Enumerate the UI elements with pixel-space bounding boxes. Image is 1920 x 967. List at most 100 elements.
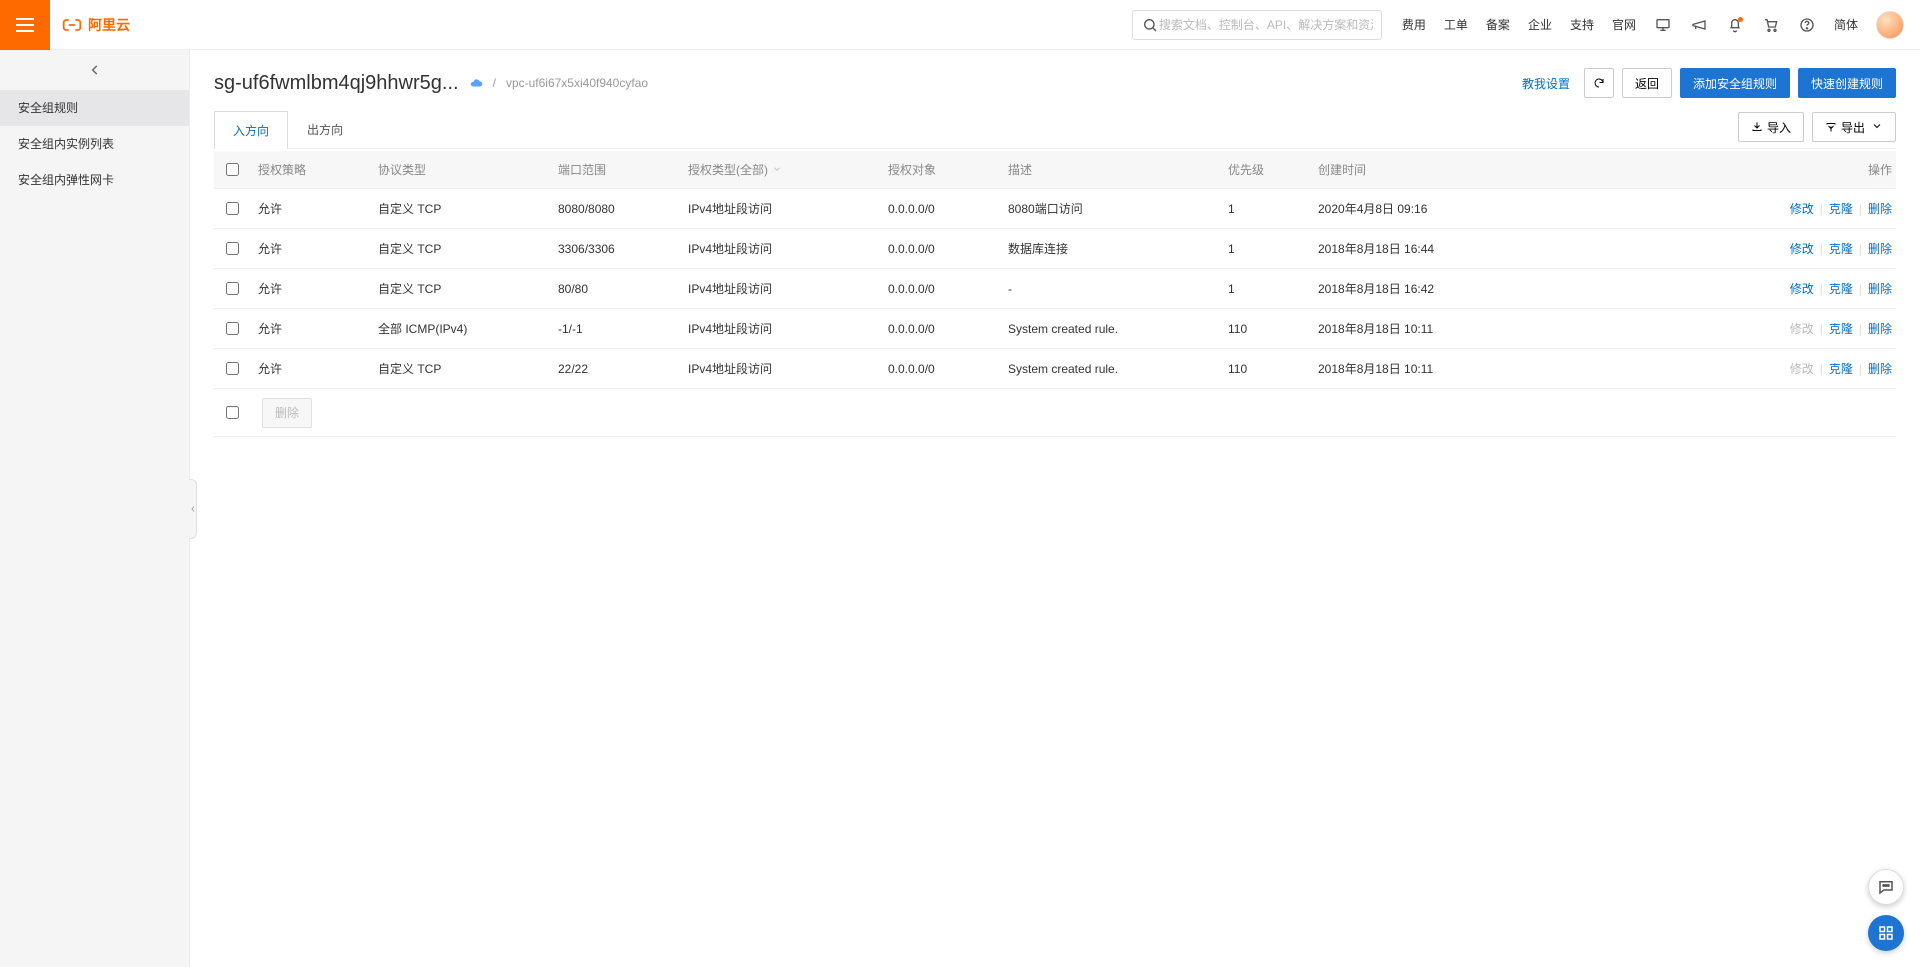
cell-ops: 修改|克隆|删除: [1510, 360, 1896, 377]
cell-protocol: 自定义 TCP: [370, 280, 550, 297]
row-checkbox[interactable]: [226, 202, 239, 215]
cell-priority: 110: [1220, 322, 1310, 336]
export-button[interactable]: 导出: [1812, 112, 1896, 142]
cell-policy: 允许: [250, 320, 370, 337]
cell-protocol: 自定义 TCP: [370, 200, 550, 217]
top-nav-links: 费用 工单 备案 企业 支持 官网 简体: [1402, 11, 1904, 39]
apps-icon: [1877, 924, 1895, 942]
delete-link[interactable]: 删除: [1868, 200, 1892, 217]
news-icon[interactable]: [1690, 16, 1708, 34]
import-button[interactable]: 导入: [1738, 112, 1804, 142]
topbar: 阿里云 费用 工单 备案 企业 支持 官网 简体: [0, 0, 1920, 50]
cell-priority: 1: [1220, 202, 1310, 216]
row-checkbox[interactable]: [226, 362, 239, 375]
hamburger-icon: [16, 18, 34, 32]
clone-link[interactable]: 克隆: [1829, 200, 1853, 217]
cell-ops: 修改|克隆|删除: [1510, 280, 1896, 297]
bell-icon[interactable]: [1726, 16, 1744, 34]
search-input[interactable]: [1159, 18, 1373, 32]
cell-protocol: 自定义 TCP: [370, 360, 550, 377]
sidebar: 安全组规则 安全组内实例列表 安全组内弹性网卡: [0, 50, 190, 967]
nav-ticket[interactable]: 工单: [1444, 16, 1468, 33]
breadcrumb: / vpc-uf6i67x5xi40f940cyfao: [493, 76, 648, 90]
row-checkbox[interactable]: [226, 282, 239, 295]
avatar[interactable]: [1876, 11, 1904, 39]
cell-desc: 8080端口访问: [1000, 200, 1220, 217]
cell-authtype: IPv4地址段访问: [680, 360, 880, 377]
cell-policy: 允许: [250, 280, 370, 297]
sidebar-item-rules[interactable]: 安全组规则: [0, 90, 189, 126]
help-icon[interactable]: [1798, 16, 1816, 34]
th-ctime: 创建时间: [1310, 161, 1510, 178]
rules-table: 授权策略 协议类型 端口范围 授权类型(全部) 授权对象 描述 优先级 创建时间…: [214, 151, 1896, 437]
tab-row: 入方向 出方向 导入 导出: [214, 110, 1896, 149]
breadcrumb-vpc[interactable]: vpc-uf6i67x5xi40f940cyfao: [506, 76, 648, 90]
download-icon: [1751, 121, 1763, 133]
float-apps-button[interactable]: [1868, 915, 1904, 951]
sidebar-item-eni[interactable]: 安全组内弹性网卡: [0, 162, 189, 198]
edit-link[interactable]: 修改: [1790, 200, 1814, 217]
tab-ingress[interactable]: 入方向: [214, 111, 288, 149]
cell-policy: 允许: [250, 200, 370, 217]
nav-site[interactable]: 官网: [1612, 16, 1636, 33]
th-port: 端口范围: [550, 161, 680, 178]
brand[interactable]: 阿里云: [62, 15, 130, 35]
table-head: 授权策略 协议类型 端口范围 授权类型(全部) 授权对象 描述 优先级 创建时间…: [214, 151, 1896, 189]
nav-support[interactable]: 支持: [1570, 16, 1594, 33]
cell-desc: -: [1000, 282, 1220, 296]
chevron-down-icon: [1871, 120, 1883, 135]
clone-link[interactable]: 克隆: [1829, 280, 1853, 297]
cell-authtype: IPv4地址段访问: [680, 240, 880, 257]
table-row: 允许自定义 TCP22/22IPv4地址段访问0.0.0.0/0System c…: [214, 349, 1896, 389]
edit-link[interactable]: 修改: [1790, 240, 1814, 257]
cell-authobj: 0.0.0.0/0: [880, 322, 1000, 336]
nav-enterprise[interactable]: 企业: [1528, 16, 1552, 33]
select-all-checkbox[interactable]: [226, 163, 239, 176]
cell-port: 3306/3306: [550, 242, 680, 256]
monitor-icon[interactable]: [1654, 16, 1672, 34]
float-chat-button[interactable]: [1868, 869, 1904, 905]
cell-ctime: 2018年8月18日 10:11: [1310, 360, 1510, 377]
clone-link[interactable]: 克隆: [1829, 240, 1853, 257]
brand-logo-icon: [62, 15, 82, 35]
search-icon: [1141, 16, 1159, 34]
bulk-delete-button[interactable]: 删除: [262, 398, 312, 428]
delete-link[interactable]: 删除: [1868, 240, 1892, 257]
select-all-checkbox-bottom[interactable]: [226, 406, 239, 419]
cell-port: 80/80: [550, 282, 680, 296]
lang-switch[interactable]: 简体: [1834, 16, 1858, 33]
direction-tabs: 入方向 出方向: [214, 110, 362, 148]
edit-link[interactable]: 修改: [1790, 280, 1814, 297]
sidebar-back[interactable]: [0, 50, 189, 90]
cell-authobj: 0.0.0.0/0: [880, 202, 1000, 216]
cell-protocol: 自定义 TCP: [370, 240, 550, 257]
sidebar-item-instances[interactable]: 安全组内实例列表: [0, 126, 189, 162]
refresh-button[interactable]: [1584, 68, 1614, 98]
row-checkbox[interactable]: [226, 242, 239, 255]
teach-link[interactable]: 教我设置: [1522, 75, 1570, 92]
table-row: 允许全部 ICMP(IPv4)-1/-1IPv4地址段访问0.0.0.0/0Sy…: [214, 309, 1896, 349]
delete-link[interactable]: 删除: [1868, 360, 1892, 377]
upload-icon: [1825, 121, 1837, 133]
delete-link[interactable]: 删除: [1868, 320, 1892, 337]
chevron-down-icon: [772, 163, 782, 177]
cell-desc: 数据库连接: [1000, 240, 1220, 257]
clone-link[interactable]: 克隆: [1829, 320, 1853, 337]
quick-rule-button[interactable]: 快速创建规则: [1798, 68, 1896, 98]
cell-policy: 允许: [250, 360, 370, 377]
nav-icp[interactable]: 备案: [1486, 16, 1510, 33]
th-authtype[interactable]: 授权类型(全部): [680, 161, 880, 178]
global-search[interactable]: [1132, 10, 1382, 40]
cart-icon[interactable]: [1762, 16, 1780, 34]
delete-link[interactable]: 删除: [1868, 280, 1892, 297]
add-rule-button[interactable]: 添加安全组规则: [1680, 68, 1790, 98]
back-button[interactable]: 返回: [1622, 68, 1672, 98]
table-row: 允许自定义 TCP8080/8080IPv4地址段访问0.0.0.0/08080…: [214, 189, 1896, 229]
clone-link[interactable]: 克隆: [1829, 360, 1853, 377]
row-checkbox[interactable]: [226, 322, 239, 335]
tab-egress[interactable]: 出方向: [288, 110, 362, 148]
table-row: 允许自定义 TCP80/80IPv4地址段访问0.0.0.0/0-12018年8…: [214, 269, 1896, 309]
menu-toggle[interactable]: [0, 0, 50, 50]
nav-billing[interactable]: 费用: [1402, 16, 1426, 33]
cell-ctime: 2018年8月18日 16:42: [1310, 280, 1510, 297]
